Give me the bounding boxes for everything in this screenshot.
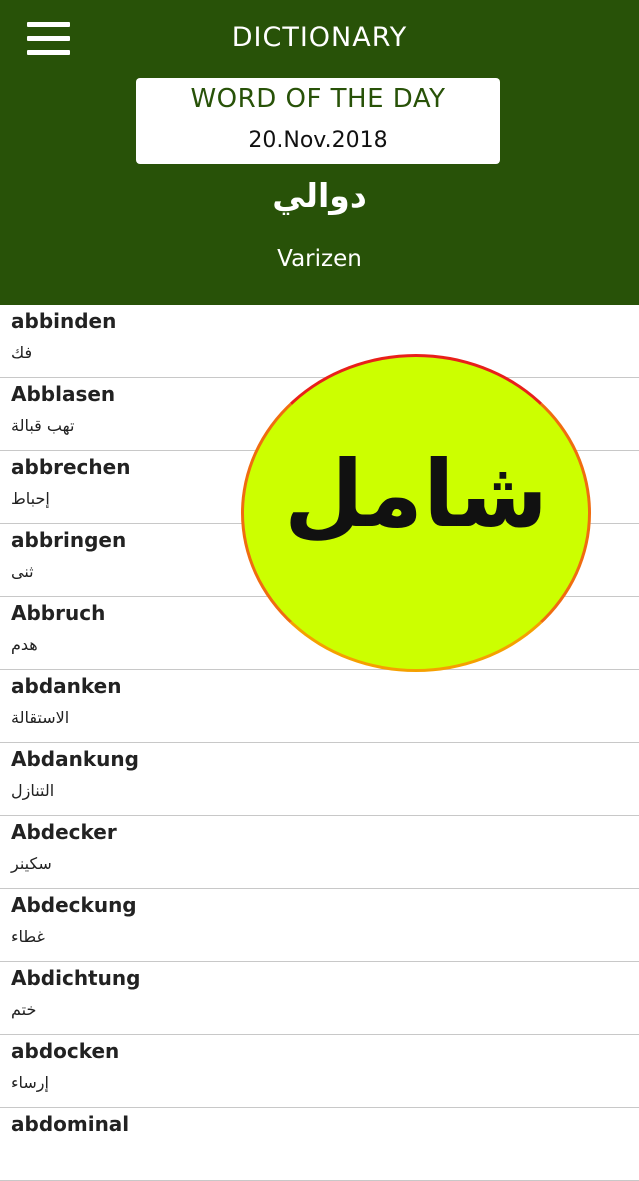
word-of-the-day-arabic: دوالي [272,176,367,215]
german-word: abdocken [11,1039,120,1063]
german-word: Abdankung [11,747,139,771]
word-of-the-day-panel[interactable]: WORD OF THE DAY 20.Nov.2018 دوالي Varize… [0,73,639,305]
list-item[interactable]: Abdecker سكينر [0,816,639,889]
german-word: Abdeckung [11,893,137,917]
list-item[interactable]: abdocken إرساء [0,1035,639,1108]
word-of-the-day-card: WORD OF THE DAY 20.Nov.2018 [136,78,500,164]
list-item[interactable]: abdominal [0,1108,639,1181]
german-word: Abdichtung [11,966,141,990]
list-item[interactable]: abbinden فك [0,305,639,378]
arabic-translation: هدم [11,635,38,654]
list-item[interactable]: Abdankung التنازل [0,743,639,816]
arabic-translation: الاستقالة [11,708,70,727]
arabic-translation: إحباط [11,489,50,508]
arabic-translation: فك [11,343,33,362]
german-word: Abblasen [11,382,116,406]
german-word: abdominal [11,1112,130,1136]
promo-badge-text: شامل [283,441,549,548]
arabic-translation: التنازل [11,781,55,800]
arabic-translation: غطاء [11,927,45,946]
arabic-translation: ختم [11,1000,37,1019]
german-word: Abbruch [11,601,106,625]
arabic-translation: ثنى [11,562,34,581]
arabic-translation: تهب قبالة [11,416,75,435]
list-item[interactable]: abdanken الاستقالة [0,670,639,743]
app-title: DICTIONARY [231,22,408,53]
german-word: abdanken [11,674,122,698]
app-bar: DICTIONARY [0,0,639,74]
promo-badge[interactable]: شامل [241,354,591,672]
menu-button[interactable] [18,14,78,62]
word-of-the-day-heading: WORD OF THE DAY [190,84,446,114]
german-word: abbinden [11,309,117,333]
german-word: abbringen [11,528,127,552]
german-word: abbrechen [11,455,131,479]
list-item[interactable]: Abdeckung غطاء [0,889,639,962]
list-item[interactable]: Abdichtung ختم [0,962,639,1035]
german-word: Abdecker [11,820,117,844]
arabic-translation: إرساء [11,1073,49,1092]
word-of-the-day-german: Varizen [277,246,362,272]
arabic-translation: سكينر [11,854,52,873]
word-of-the-day-date: 20.Nov.2018 [248,128,388,153]
